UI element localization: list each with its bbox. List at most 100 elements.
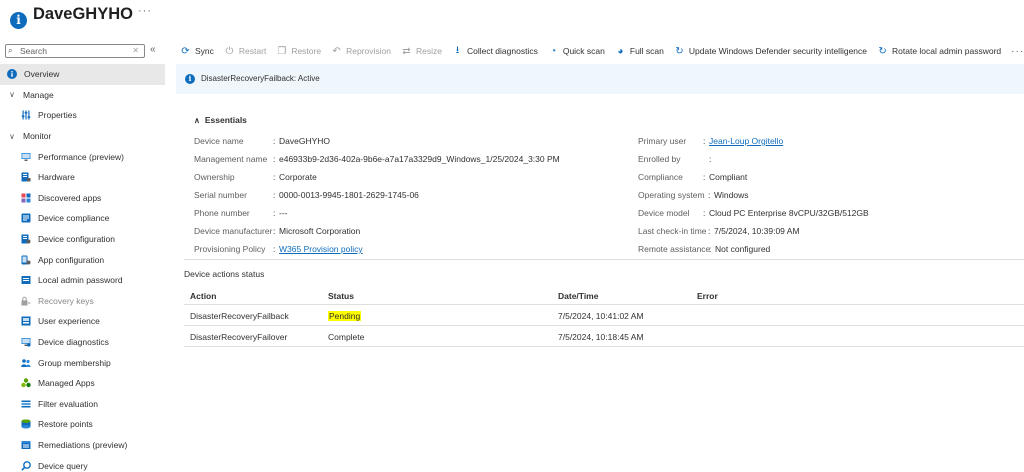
rotate-icon: ↻ bbox=[878, 45, 887, 57]
sidebar-item-group-membership[interactable]: Group membership bbox=[0, 352, 165, 373]
quick-scan-label: Quick scan bbox=[562, 46, 605, 56]
chevron-down-icon: ∨ bbox=[9, 90, 15, 100]
table-row[interactable]: DisasterRecoveryFailback Pending 7/5/202… bbox=[184, 305, 1024, 326]
sync-icon: ⟳ bbox=[181, 45, 190, 57]
datetime-cell: 7/5/2024, 10:18:45 AM bbox=[558, 332, 644, 342]
collect-diagnostics-button[interactable]: ⭳ Collect diagnostics bbox=[452, 43, 538, 60]
key-lock-icon bbox=[21, 296, 31, 306]
search-box[interactable]: ⌕ ✕ bbox=[5, 44, 145, 58]
sidebar-item-device-diagnostics[interactable]: Device diagnostics bbox=[0, 332, 165, 353]
sidebar-item-label: Device configuration bbox=[38, 234, 116, 245]
search-icon: ⌕ bbox=[8, 46, 13, 55]
sidebar-item-label: Monitor bbox=[23, 131, 52, 142]
status-cell: Complete bbox=[328, 332, 365, 342]
sidebar-item-performance[interactable]: Performance (preview) bbox=[0, 146, 165, 167]
info-icon bbox=[7, 69, 17, 80]
chevron-down-icon: ∨ bbox=[9, 131, 15, 141]
property-label: Primary user bbox=[638, 136, 687, 146]
sidebar-item-overview[interactable]: Overview bbox=[0, 64, 165, 85]
property-label: Operating system bbox=[638, 190, 705, 200]
quick-scan-button[interactable]: ◔ Quick scan bbox=[548, 46, 605, 57]
sidebar-item-device-compliance[interactable]: Device compliance bbox=[0, 208, 165, 229]
command-bar: ⟳ Sync ⏻ Restart ❐ Restore ↶ Reprovision… bbox=[180, 44, 1024, 58]
property-label: Ownership bbox=[194, 172, 235, 182]
sidebar-group-manage[interactable]: ∨ Manage bbox=[0, 85, 165, 106]
property-separator: : bbox=[273, 226, 276, 236]
property-separator: : bbox=[703, 172, 706, 182]
sidebar-item-remediations[interactable]: Remediations (preview) bbox=[0, 435, 165, 456]
property-separator: : bbox=[708, 190, 711, 200]
restore-button[interactable]: ❐ Restore bbox=[276, 46, 321, 57]
sidebar-group-monitor[interactable]: ∨ Monitor bbox=[0, 126, 165, 147]
diagnostics-icon bbox=[21, 337, 31, 347]
property-separator: : bbox=[708, 226, 711, 236]
property-separator: : bbox=[709, 154, 712, 164]
property-label: Device model bbox=[638, 208, 690, 218]
sidebar-item-managed-apps[interactable]: Managed Apps bbox=[0, 373, 165, 394]
resize-button[interactable]: ⇄ Resize bbox=[401, 46, 442, 57]
sidebar-item-device-configuration[interactable]: Device configuration bbox=[0, 229, 165, 250]
provisioning-policy-link[interactable]: W365 Provision policy bbox=[279, 244, 363, 254]
property-value: Windows bbox=[714, 190, 749, 200]
property-value: Cloud PC Enterprise 8vCPU/32GB/512GB bbox=[709, 208, 869, 218]
sidebar-item-app-configuration[interactable]: App configuration bbox=[0, 249, 165, 270]
sidebar-item-discovered-apps[interactable]: Discovered apps bbox=[0, 188, 165, 209]
sidebar-item-label: Restore points bbox=[38, 419, 93, 430]
collapse-nav-icon[interactable]: « bbox=[150, 44, 156, 55]
property-separator: : bbox=[273, 244, 276, 254]
sync-button[interactable]: ⟳ Sync bbox=[180, 46, 214, 57]
sidebar-item-device-query[interactable]: Device query bbox=[0, 455, 165, 472]
sidebar-item-local-admin-password[interactable]: Local admin password bbox=[0, 270, 165, 291]
column-header-error[interactable]: Error bbox=[697, 291, 718, 301]
sidebar-item-recovery-keys[interactable]: Recovery keys bbox=[0, 291, 165, 312]
rotate-password-button[interactable]: ↻ Rotate local admin password bbox=[877, 46, 1001, 57]
restart-button[interactable]: ⏻ Restart bbox=[224, 46, 266, 57]
status-badge: Pending bbox=[328, 311, 362, 321]
sidebar-item-label: Recovery keys bbox=[38, 295, 94, 306]
sidebar-item-label: Properties bbox=[38, 110, 77, 121]
device-info-icon: i bbox=[10, 12, 27, 29]
essentials-toggle[interactable]: ∧ Essentials bbox=[194, 115, 247, 125]
sidebar-item-label: Performance (preview) bbox=[38, 151, 124, 162]
app-config-icon bbox=[21, 255, 31, 265]
more-options-icon[interactable]: ··· bbox=[138, 5, 152, 17]
sidebar-item-label: User experience bbox=[38, 316, 100, 327]
column-header-action[interactable]: Action bbox=[190, 291, 216, 301]
sidebar-item-hardware[interactable]: Hardware bbox=[0, 167, 165, 188]
properties-icon bbox=[21, 110, 31, 120]
property-value: --- bbox=[279, 208, 288, 218]
device-actions-table: Action Status Date/Time Error DisasterRe… bbox=[184, 285, 1024, 347]
property-value: DaveGHYHO bbox=[279, 136, 331, 146]
filter-icon bbox=[21, 399, 31, 409]
hardware-icon bbox=[21, 172, 31, 182]
restore-label: Restore bbox=[291, 46, 322, 56]
clear-search-icon[interactable]: ✕ bbox=[132, 46, 139, 55]
query-icon bbox=[21, 460, 31, 471]
sidebar-item-restore-points[interactable]: Restore points bbox=[0, 414, 165, 435]
scan-icon: ◔ bbox=[550, 45, 557, 57]
search-input[interactable] bbox=[20, 46, 124, 56]
sidebar-item-label: Device diagnostics bbox=[38, 337, 109, 348]
property-label: Enrolled by bbox=[638, 154, 681, 164]
update-defender-label: Update Windows Defender security intelli… bbox=[688, 46, 868, 56]
full-scan-button[interactable]: ◕ Full scan bbox=[615, 46, 664, 57]
sidebar-item-filter-evaluation[interactable]: Filter evaluation bbox=[0, 394, 165, 415]
sidebar-item-properties[interactable]: Properties bbox=[0, 105, 165, 126]
property-label: Provisioning Policy bbox=[194, 244, 266, 254]
column-header-datetime[interactable]: Date/Time bbox=[558, 291, 598, 301]
chevron-up-icon: ∧ bbox=[194, 116, 200, 125]
rotate-password-label: Rotate local admin password bbox=[892, 46, 1002, 56]
property-label: Device name bbox=[194, 136, 244, 146]
sidebar-item-label: Hardware bbox=[38, 172, 75, 183]
sidebar-item-user-experience[interactable]: User experience bbox=[0, 311, 165, 332]
reprovision-button[interactable]: ↶ Reprovision bbox=[331, 46, 391, 57]
apps-grid-icon bbox=[21, 193, 31, 203]
sidebar-item-label: Overview bbox=[24, 69, 60, 80]
column-header-status[interactable]: Status bbox=[328, 291, 354, 301]
more-commands-icon[interactable]: ··· bbox=[1011, 46, 1024, 57]
primary-user-link[interactable]: Jean-Loup Orgitello bbox=[709, 136, 783, 146]
update-defender-button[interactable]: ↻ Update Windows Defender security intel… bbox=[674, 46, 867, 57]
table-row[interactable]: DisasterRecoveryFailover Complete 7/5/20… bbox=[184, 326, 1024, 347]
monitor-icon bbox=[21, 152, 31, 162]
scan-icon: ◕ bbox=[617, 45, 624, 57]
